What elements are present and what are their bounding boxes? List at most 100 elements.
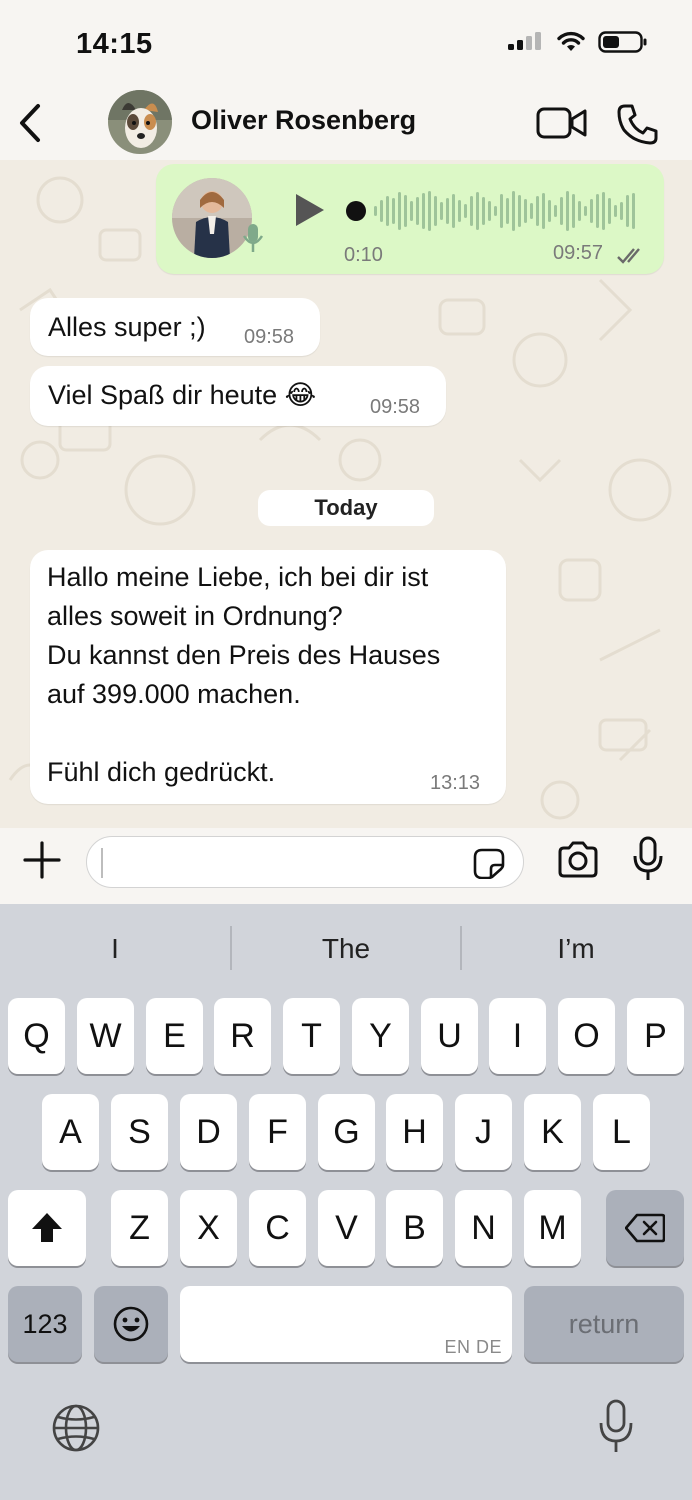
dictation-button[interactable] — [596, 1398, 636, 1456]
waveform-bar — [476, 192, 479, 230]
key-r[interactable]: R — [214, 998, 271, 1074]
key-v[interactable]: V — [318, 1190, 375, 1266]
battery-icon — [598, 31, 647, 53]
key-j[interactable]: J — [455, 1094, 512, 1170]
key-m[interactable]: M — [524, 1190, 581, 1266]
globe-icon — [52, 1404, 100, 1452]
waveform-bar — [422, 193, 425, 229]
contact-name[interactable]: Oliver Rosenberg — [191, 105, 416, 136]
waveform-bar — [500, 194, 503, 228]
incoming-message[interactable]: Viel Spaß dir heute 😂 09:58 — [30, 366, 446, 426]
video-camera-icon — [536, 107, 587, 139]
waveform-bar — [554, 205, 557, 217]
waveform-bar — [572, 194, 575, 228]
back-button[interactable] — [12, 100, 52, 146]
video-call-button[interactable] — [536, 104, 588, 142]
key-h[interactable]: H — [386, 1094, 443, 1170]
suggestion-1[interactable]: I — [0, 924, 230, 974]
message-text: Viel Spaß dir heute 😂 — [48, 380, 317, 410]
return-key[interactable]: return — [524, 1286, 684, 1362]
waveform-bar — [518, 195, 521, 227]
waveform-bar — [410, 201, 413, 221]
double-check-icon — [617, 248, 640, 264]
waveform-bar — [560, 197, 563, 225]
voice-message-bubble[interactable]: 0:10 09:57 — [156, 164, 664, 274]
voice-record-button[interactable] — [632, 836, 664, 882]
key-k[interactable]: K — [524, 1094, 581, 1170]
audio-waveform[interactable] — [346, 186, 636, 236]
key-y[interactable]: Y — [352, 998, 409, 1074]
incoming-message[interactable]: Alles super ;) 09:58 — [30, 298, 320, 356]
sticker-button[interactable] — [471, 847, 507, 880]
voice-call-button[interactable] — [616, 102, 660, 146]
waveform-bar — [416, 197, 419, 225]
status-time: 14:15 — [76, 28, 153, 60]
message-input-bar — [0, 828, 692, 904]
waveform-bar — [494, 206, 497, 216]
key-l[interactable]: L — [593, 1094, 650, 1170]
key-c[interactable]: C — [249, 1190, 306, 1266]
key-f[interactable]: F — [249, 1094, 306, 1170]
key-z[interactable]: Z — [111, 1190, 168, 1266]
key-x[interactable]: X — [180, 1190, 237, 1266]
key-s[interactable]: S — [111, 1094, 168, 1170]
chat-area[interactable]: 0:10 09:57 Alles super ;) 09:58 Viel Spa… — [0, 160, 692, 828]
space-key[interactable]: EN DE — [180, 1286, 512, 1362]
voice-duration: 0:10 — [344, 244, 383, 266]
globe-button[interactable] — [50, 1402, 102, 1454]
key-d[interactable]: D — [180, 1094, 237, 1170]
shift-arrow-icon — [32, 1213, 62, 1242]
key-t[interactable]: T — [283, 998, 340, 1074]
key-o[interactable]: O — [558, 998, 615, 1074]
plus-icon — [23, 841, 61, 879]
waveform-bar — [548, 200, 551, 222]
suggestion-2[interactable]: The — [231, 924, 461, 974]
message-time: 13:13 — [430, 772, 481, 794]
playback-position-dot — [346, 201, 366, 221]
key-n[interactable]: N — [455, 1190, 512, 1266]
sticker-icon — [473, 848, 505, 880]
waveform-bar — [470, 196, 473, 226]
waveform-bar — [506, 198, 509, 224]
camera-button[interactable] — [556, 840, 600, 880]
attach-button[interactable] — [22, 840, 62, 880]
message-input[interactable] — [86, 836, 524, 888]
dog-avatar-image — [108, 90, 172, 154]
key-g[interactable]: G — [318, 1094, 375, 1170]
play-button[interactable] — [290, 190, 330, 230]
waveform-bar — [542, 193, 545, 229]
waveform-bar — [392, 198, 395, 224]
waveform-bar — [440, 202, 443, 220]
incoming-message[interactable]: Hallo meine Liebe, ich bei dir ist alles… — [30, 550, 506, 804]
key-b[interactable]: B — [386, 1190, 443, 1266]
waveform-bar — [584, 206, 587, 216]
suggestion-3[interactable]: I’m — [461, 924, 691, 974]
key-u[interactable]: U — [421, 998, 478, 1074]
waveform-bar — [428, 191, 431, 231]
contact-avatar[interactable] — [108, 90, 172, 154]
waveform-bar — [458, 200, 461, 222]
waveform-bar — [452, 194, 455, 228]
sender-avatar — [172, 178, 252, 258]
shift-key[interactable] — [8, 1190, 86, 1266]
waveform-bar — [512, 191, 515, 231]
microphone-icon — [633, 836, 663, 880]
waveform-bar — [386, 196, 389, 226]
waveform-bar — [620, 202, 623, 220]
backspace-icon — [625, 1213, 665, 1243]
key-w[interactable]: W — [77, 998, 134, 1074]
waveform-bar — [626, 195, 629, 227]
key-a[interactable]: A — [42, 1094, 99, 1170]
microphone-badge-icon — [242, 224, 264, 252]
key-i[interactable]: I — [489, 998, 546, 1074]
waveform-bar — [464, 204, 467, 218]
chevron-left-icon — [20, 104, 40, 142]
key-p[interactable]: P — [627, 998, 684, 1074]
numbers-key[interactable]: 123 — [8, 1286, 82, 1362]
key-q[interactable]: Q — [8, 998, 65, 1074]
emoji-key[interactable] — [94, 1286, 168, 1362]
woman-avatar-image — [172, 178, 252, 258]
waveform-bar — [632, 193, 635, 229]
key-e[interactable]: E — [146, 998, 203, 1074]
backspace-key[interactable] — [606, 1190, 684, 1266]
